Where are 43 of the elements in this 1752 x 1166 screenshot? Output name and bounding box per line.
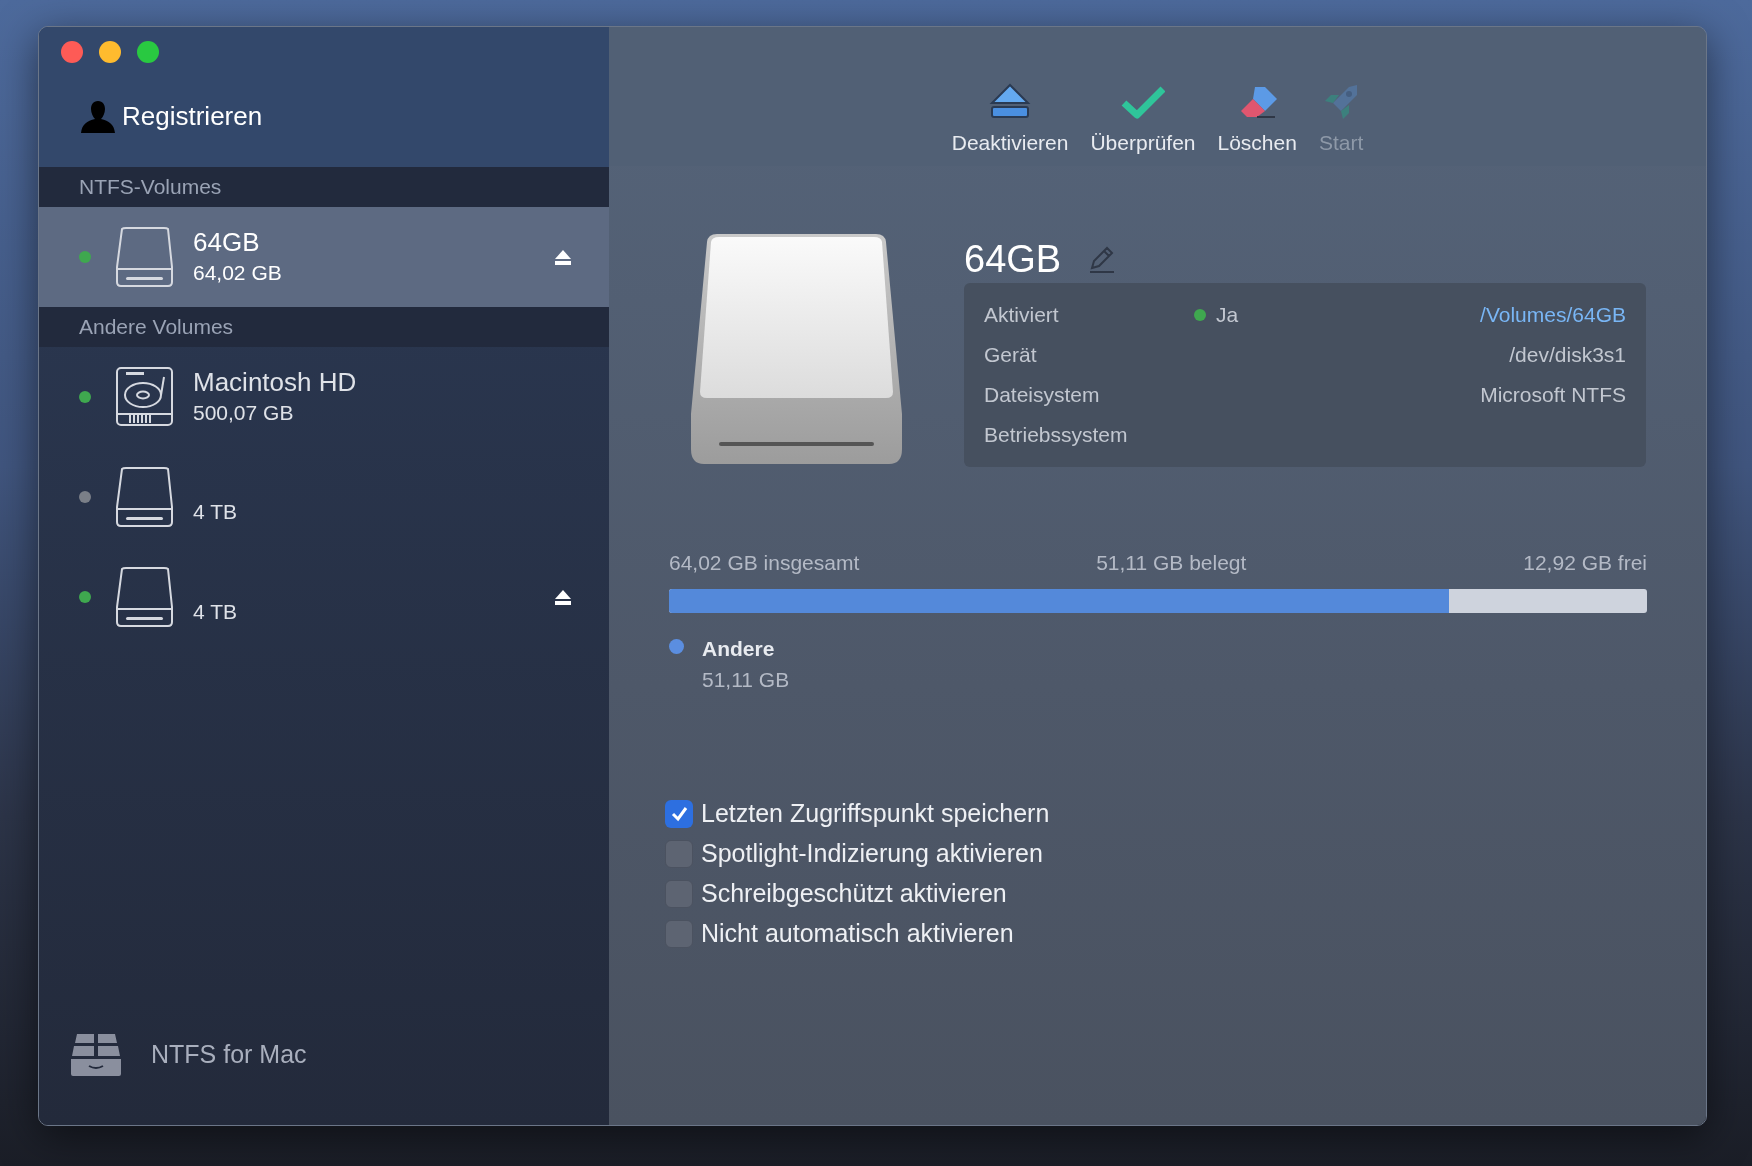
info-label: Gerät <box>984 342 1038 369</box>
volume-name: 64GB <box>193 226 261 258</box>
register-button[interactable]: Registrieren <box>122 97 263 136</box>
checkbox-label: Schreibgeschützt aktivieren <box>701 877 1007 909</box>
section-header: NTFS-Volumes <box>39 167 609 207</box>
app-name: NTFS for Mac <box>151 1039 307 1071</box>
info-label: Dateisystem <box>984 382 1101 409</box>
volume-title: 64GB <box>964 236 1062 282</box>
volume-name: Macintosh HD <box>193 366 357 398</box>
toolbar-button[interactable]: Deaktivieren <box>951 82 1069 158</box>
volume-item[interactable]: 4 TB <box>39 447 609 547</box>
mount-path-link[interactable]: /Volumes/64GB <box>1480 299 1626 331</box>
zoom-button[interactable] <box>137 41 159 63</box>
close-button[interactable] <box>61 41 83 63</box>
toolbar-button[interactable]: Löschen <box>1217 82 1297 158</box>
user-icon <box>80 98 116 135</box>
free-capacity: 12,92 GB frei <box>1523 550 1647 576</box>
legend-size: 51,11 GB <box>702 667 790 693</box>
checkbox-label: Letzten Zugriffspunkt speichern <box>701 797 1050 829</box>
legend-name: Andere <box>702 635 776 662</box>
info-label: Aktiviert <box>984 302 1060 329</box>
drive-logo-icon <box>69 1034 123 1076</box>
info-value: /dev/disk3s1 <box>1509 342 1626 369</box>
info-label: Betriebssystem <box>984 422 1129 449</box>
eject-icon[interactable] <box>555 589 571 605</box>
status-text: Ja <box>1216 302 1239 329</box>
used-capacity: 51,11 GB belegt <box>1096 550 1247 576</box>
checkbox-label: Spotlight-Indizierung aktivieren <box>701 837 1043 869</box>
checkbox[interactable] <box>665 799 693 828</box>
volume-size: 4 TB <box>193 599 237 625</box>
volume-size: 500,07 GB <box>193 400 295 426</box>
volume-item[interactable]: 4 TB <box>39 547 609 647</box>
volume-size: 64,02 GB <box>193 260 282 286</box>
minimize-button[interactable] <box>99 41 121 63</box>
checkbox-label: Nicht automatisch aktivieren <box>701 917 1014 949</box>
toolbar-button[interactable]: Überprüfen <box>1090 82 1196 158</box>
volume-item[interactable]: 64GB 64,02 GB <box>39 207 609 307</box>
section-header: Andere Volumes <box>39 307 609 347</box>
volume-item[interactable]: Macintosh HD 500,07 GB <box>39 347 609 447</box>
info-value: Microsoft NTFS <box>1480 382 1626 409</box>
volume-size: 4 TB <box>193 499 237 525</box>
checkmark-icon <box>669 805 689 822</box>
total-capacity: 64,02 GB insgesamt <box>669 550 860 576</box>
